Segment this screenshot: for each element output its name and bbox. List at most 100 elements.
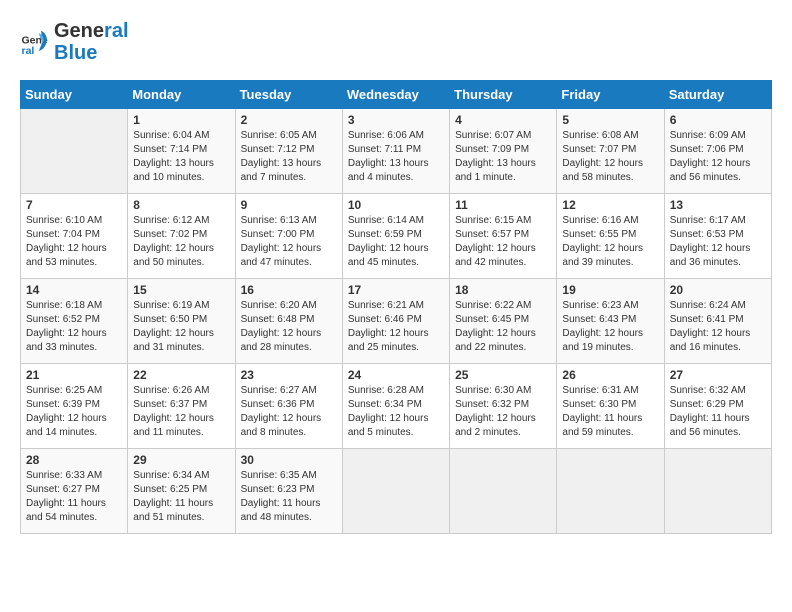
sunrise: Sunrise: 6:07 AM xyxy=(455,130,531,141)
daylight: Daylight: 12 hours and 25 minutes. xyxy=(348,328,429,353)
week-row-2: 7 Sunrise: 6:10 AM Sunset: 7:04 PM Dayli… xyxy=(21,194,772,279)
daylight: Daylight: 12 hours and 50 minutes. xyxy=(133,243,214,268)
sunset: Sunset: 6:43 PM xyxy=(562,314,636,325)
sunset: Sunset: 6:41 PM xyxy=(670,314,744,325)
week-row-1: 1 Sunrise: 6:04 AM Sunset: 7:14 PM Dayli… xyxy=(21,109,772,194)
calendar-cell: 25 Sunrise: 6:30 AM Sunset: 6:32 PM Dayl… xyxy=(450,364,557,449)
cell-content: Sunrise: 6:26 AM Sunset: 6:37 PM Dayligh… xyxy=(133,384,229,440)
sunset: Sunset: 6:29 PM xyxy=(670,399,744,410)
cell-content: Sunrise: 6:35 AM Sunset: 6:23 PM Dayligh… xyxy=(241,469,337,525)
calendar-cell xyxy=(450,449,557,534)
calendar-cell xyxy=(342,449,449,534)
calendar-cell: 5 Sunrise: 6:08 AM Sunset: 7:07 PM Dayli… xyxy=(557,109,664,194)
day-number: 15 xyxy=(133,283,229,297)
sunrise: Sunrise: 6:19 AM xyxy=(133,300,209,311)
calendar-cell: 7 Sunrise: 6:10 AM Sunset: 7:04 PM Dayli… xyxy=(21,194,128,279)
daylight: Daylight: 12 hours and 36 minutes. xyxy=(670,243,751,268)
cell-content: Sunrise: 6:09 AM Sunset: 7:06 PM Dayligh… xyxy=(670,129,766,185)
sunset: Sunset: 7:00 PM xyxy=(241,229,315,240)
sunset: Sunset: 6:39 PM xyxy=(26,399,100,410)
day-number: 10 xyxy=(348,198,444,212)
weekday-header-wednesday: Wednesday xyxy=(342,81,449,109)
day-number: 20 xyxy=(670,283,766,297)
daylight: Daylight: 12 hours and 22 minutes. xyxy=(455,328,536,353)
cell-content: Sunrise: 6:25 AM Sunset: 6:39 PM Dayligh… xyxy=(26,384,122,440)
day-number: 1 xyxy=(133,113,229,127)
day-number: 25 xyxy=(455,368,551,382)
calendar-cell: 23 Sunrise: 6:27 AM Sunset: 6:36 PM Dayl… xyxy=(235,364,342,449)
cell-content: Sunrise: 6:18 AM Sunset: 6:52 PM Dayligh… xyxy=(26,299,122,355)
day-number: 11 xyxy=(455,198,551,212)
day-number: 3 xyxy=(348,113,444,127)
sunrise: Sunrise: 6:22 AM xyxy=(455,300,531,311)
calendar-cell: 18 Sunrise: 6:22 AM Sunset: 6:45 PM Dayl… xyxy=(450,279,557,364)
sunset: Sunset: 6:30 PM xyxy=(562,399,636,410)
daylight: Daylight: 12 hours and 5 minutes. xyxy=(348,413,429,438)
sunset: Sunset: 6:36 PM xyxy=(241,399,315,410)
daylight: Daylight: 13 hours and 7 minutes. xyxy=(241,158,322,183)
sunrise: Sunrise: 6:10 AM xyxy=(26,215,102,226)
cell-content: Sunrise: 6:05 AM Sunset: 7:12 PM Dayligh… xyxy=(241,129,337,185)
daylight: Daylight: 11 hours and 54 minutes. xyxy=(26,498,106,523)
sunset: Sunset: 6:27 PM xyxy=(26,484,100,495)
day-number: 16 xyxy=(241,283,337,297)
cell-content: Sunrise: 6:07 AM Sunset: 7:09 PM Dayligh… xyxy=(455,129,551,185)
calendar-cell: 29 Sunrise: 6:34 AM Sunset: 6:25 PM Dayl… xyxy=(128,449,235,534)
calendar-cell: 4 Sunrise: 6:07 AM Sunset: 7:09 PM Dayli… xyxy=(450,109,557,194)
sunset: Sunset: 6:50 PM xyxy=(133,314,207,325)
sunset: Sunset: 6:25 PM xyxy=(133,484,207,495)
calendar-cell: 2 Sunrise: 6:05 AM Sunset: 7:12 PM Dayli… xyxy=(235,109,342,194)
daylight: Daylight: 12 hours and 11 minutes. xyxy=(133,413,214,438)
weekday-header-monday: Monday xyxy=(128,81,235,109)
cell-content: Sunrise: 6:17 AM Sunset: 6:53 PM Dayligh… xyxy=(670,214,766,270)
calendar-cell: 30 Sunrise: 6:35 AM Sunset: 6:23 PM Dayl… xyxy=(235,449,342,534)
sunset: Sunset: 7:14 PM xyxy=(133,144,207,155)
sunrise: Sunrise: 6:21 AM xyxy=(348,300,424,311)
sunrise: Sunrise: 6:35 AM xyxy=(241,470,317,481)
logo-ral: ral xyxy=(104,20,128,42)
sunrise: Sunrise: 6:16 AM xyxy=(562,215,638,226)
cell-content: Sunrise: 6:30 AM Sunset: 6:32 PM Dayligh… xyxy=(455,384,551,440)
daylight: Daylight: 13 hours and 4 minutes. xyxy=(348,158,429,183)
cell-content: Sunrise: 6:24 AM Sunset: 6:41 PM Dayligh… xyxy=(670,299,766,355)
calendar-cell: 26 Sunrise: 6:31 AM Sunset: 6:30 PM Dayl… xyxy=(557,364,664,449)
weekday-header-sunday: Sunday xyxy=(21,81,128,109)
sunset: Sunset: 6:34 PM xyxy=(348,399,422,410)
sunrise: Sunrise: 6:23 AM xyxy=(562,300,638,311)
cell-content: Sunrise: 6:14 AM Sunset: 6:59 PM Dayligh… xyxy=(348,214,444,270)
calendar-cell: 6 Sunrise: 6:09 AM Sunset: 7:06 PM Dayli… xyxy=(664,109,771,194)
day-number: 7 xyxy=(26,198,122,212)
sunset: Sunset: 6:45 PM xyxy=(455,314,529,325)
day-number: 19 xyxy=(562,283,658,297)
cell-content: Sunrise: 6:08 AM Sunset: 7:07 PM Dayligh… xyxy=(562,129,658,185)
day-number: 6 xyxy=(670,113,766,127)
calendar-cell: 1 Sunrise: 6:04 AM Sunset: 7:14 PM Dayli… xyxy=(128,109,235,194)
sunset: Sunset: 6:37 PM xyxy=(133,399,207,410)
day-number: 18 xyxy=(455,283,551,297)
sunrise: Sunrise: 6:13 AM xyxy=(241,215,317,226)
logo-blue: Blue xyxy=(54,42,129,64)
sunset: Sunset: 7:06 PM xyxy=(670,144,744,155)
sunrise: Sunrise: 6:05 AM xyxy=(241,130,317,141)
cell-content: Sunrise: 6:22 AM Sunset: 6:45 PM Dayligh… xyxy=(455,299,551,355)
daylight: Daylight: 12 hours and 8 minutes. xyxy=(241,413,322,438)
day-number: 5 xyxy=(562,113,658,127)
sunrise: Sunrise: 6:30 AM xyxy=(455,385,531,396)
weekday-header-friday: Friday xyxy=(557,81,664,109)
sunrise: Sunrise: 6:32 AM xyxy=(670,385,746,396)
cell-content: Sunrise: 6:28 AM Sunset: 6:34 PM Dayligh… xyxy=(348,384,444,440)
sunrise: Sunrise: 6:08 AM xyxy=(562,130,638,141)
calendar-table: SundayMondayTuesdayWednesdayThursdayFrid… xyxy=(20,80,772,534)
calendar-cell: 11 Sunrise: 6:15 AM Sunset: 6:57 PM Dayl… xyxy=(450,194,557,279)
day-number: 29 xyxy=(133,453,229,467)
day-number: 9 xyxy=(241,198,337,212)
svg-text:ral: ral xyxy=(22,45,35,57)
day-number: 26 xyxy=(562,368,658,382)
daylight: Daylight: 12 hours and 58 minutes. xyxy=(562,158,643,183)
daylight: Daylight: 12 hours and 2 minutes. xyxy=(455,413,536,438)
sunrise: Sunrise: 6:31 AM xyxy=(562,385,638,396)
calendar-cell xyxy=(21,109,128,194)
sunset: Sunset: 6:55 PM xyxy=(562,229,636,240)
week-row-4: 21 Sunrise: 6:25 AM Sunset: 6:39 PM Dayl… xyxy=(21,364,772,449)
page-header: Gene ral General Blue xyxy=(20,20,772,64)
